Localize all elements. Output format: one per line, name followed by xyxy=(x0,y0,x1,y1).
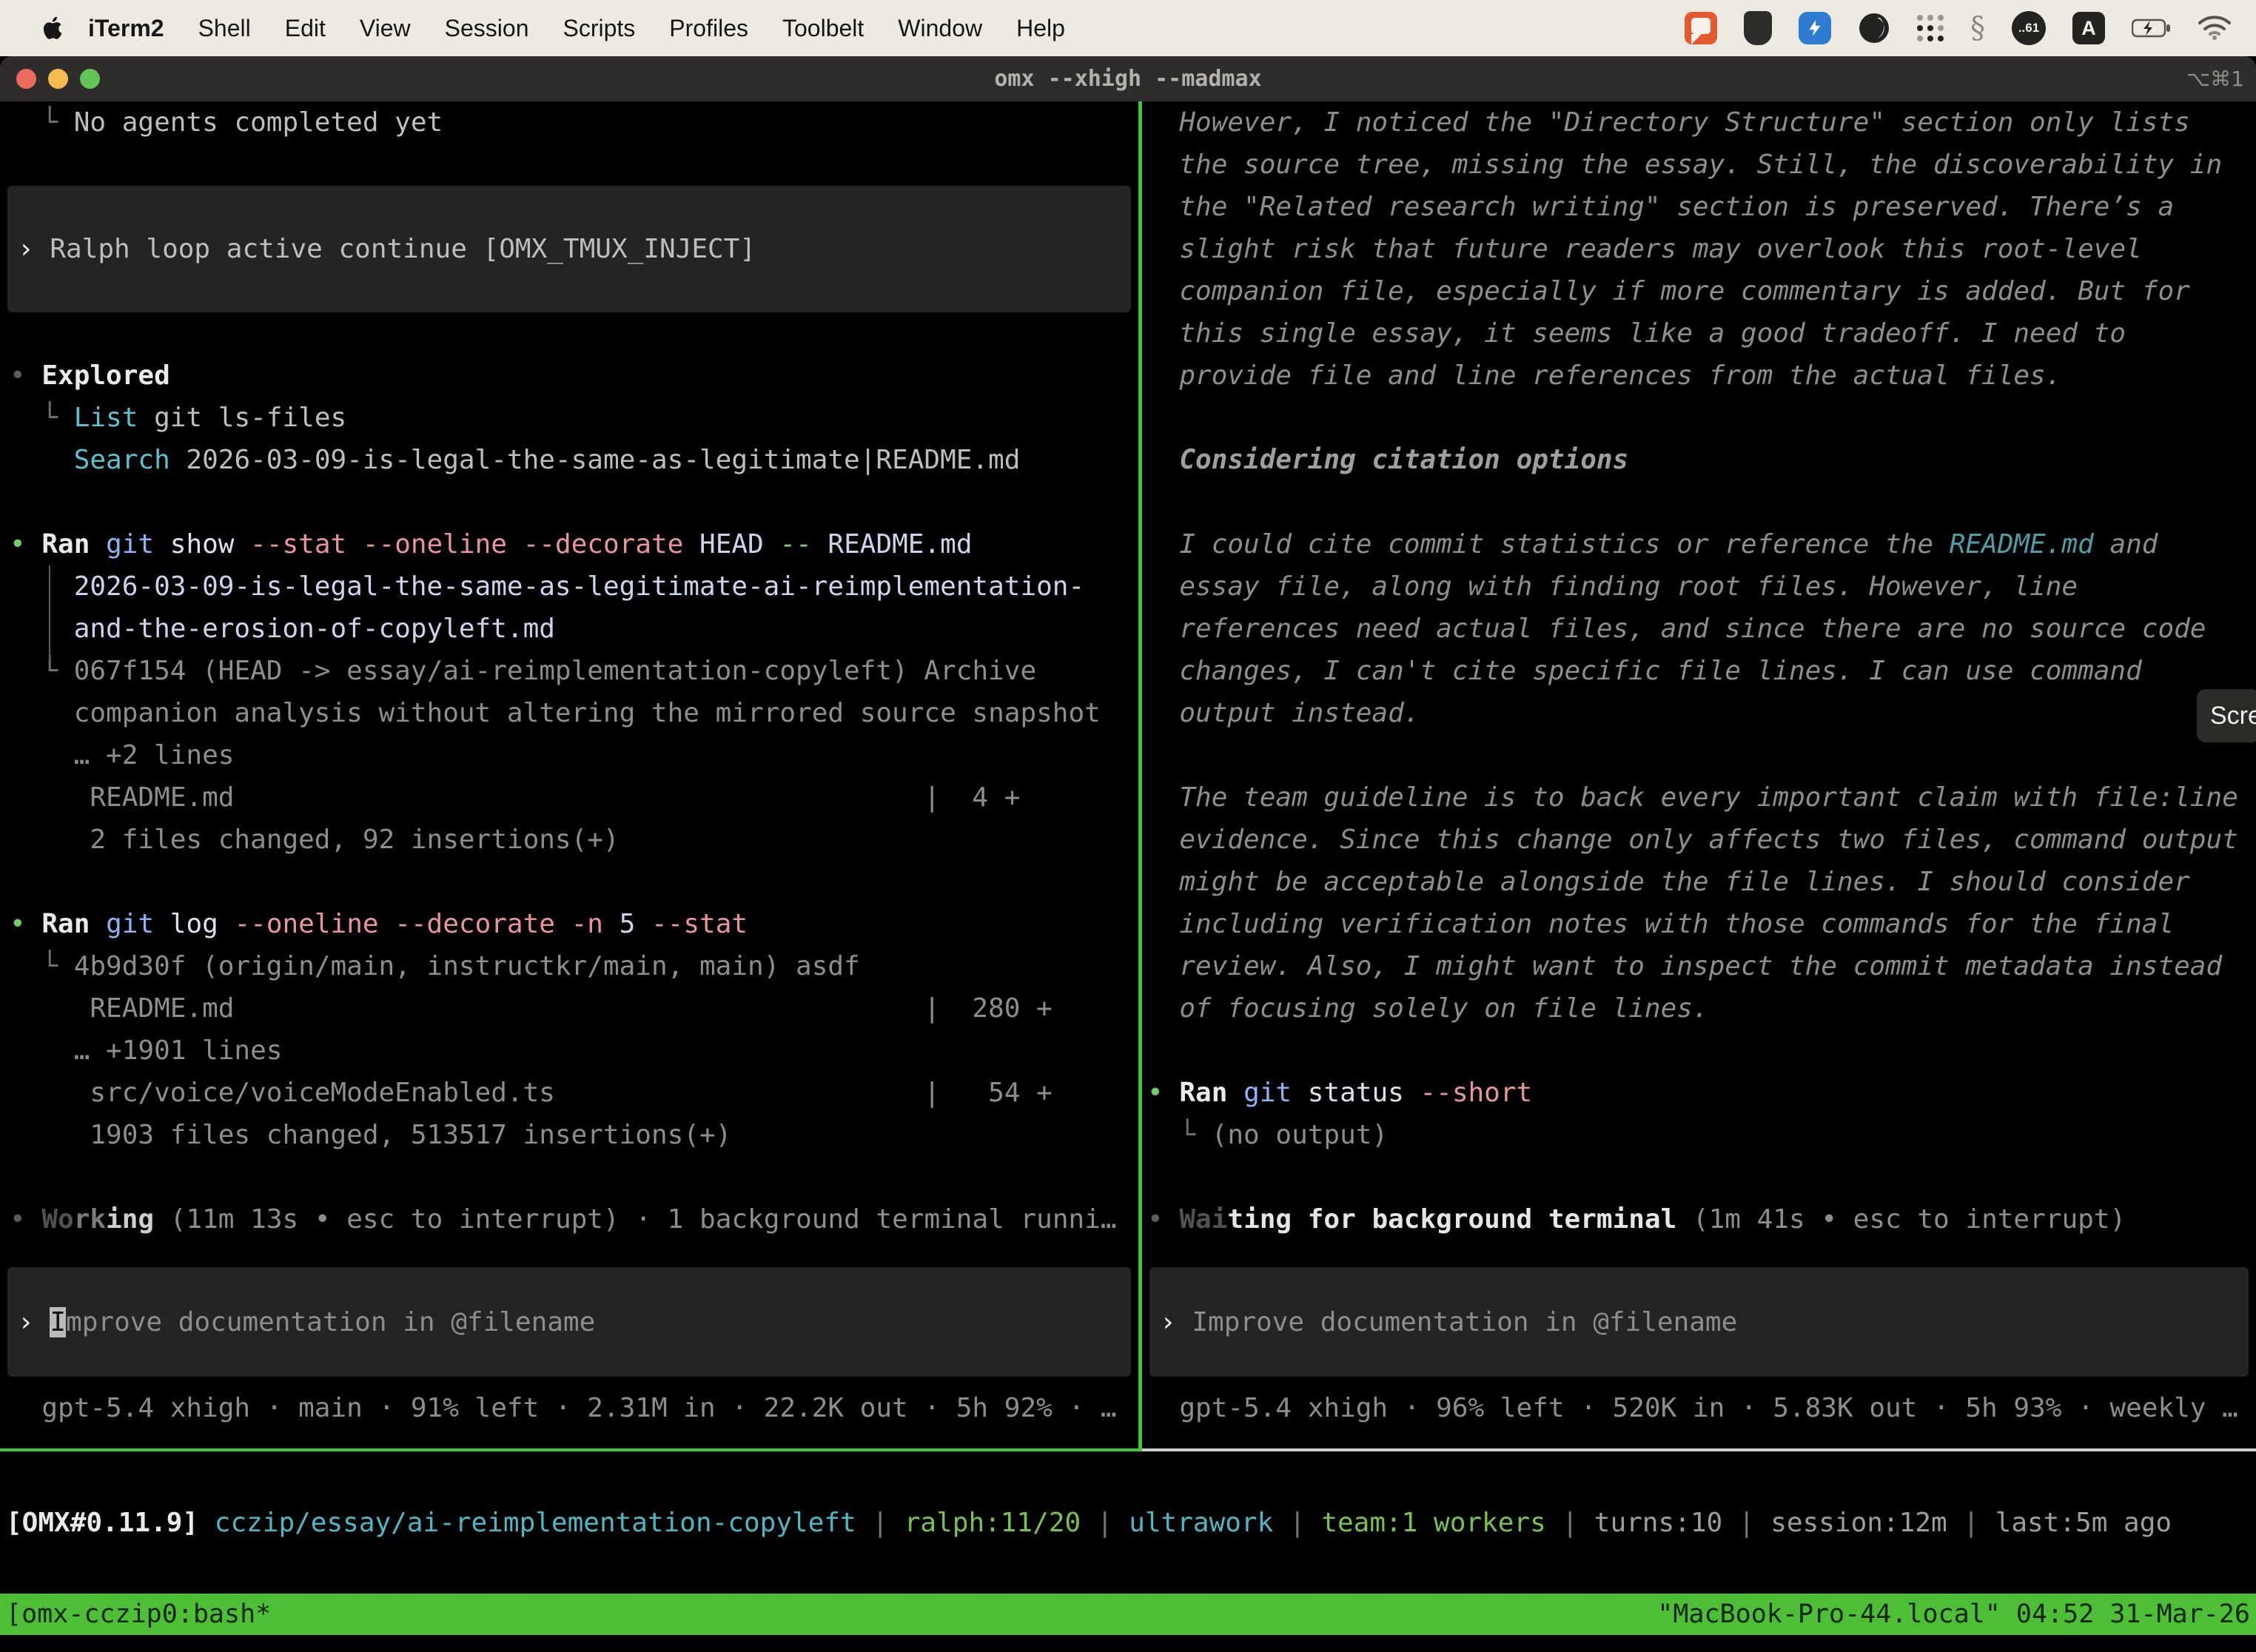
thinking-section-header: Considering citation options xyxy=(1142,439,2256,481)
counter-badge-icon[interactable]: ..61 xyxy=(2012,11,2046,45)
tmux-host-clock: "MacBook-Pro-44.local" 04:52 31-Mar-26 xyxy=(1657,1599,2256,1629)
thinking-text-line: I could cite commit statistics or refere… xyxy=(1142,523,2256,565)
thinking-text-line: slight risk that future readers may over… xyxy=(1142,228,2256,270)
menu-item-toolbelt[interactable]: Toolbelt xyxy=(765,15,881,42)
omx-status-line: [OMX#0.11.9] cczip/essay/ai-reimplementa… xyxy=(0,1451,2256,1594)
terminal-line: Search 2026-03-09-is-legal-the-same-as-l… xyxy=(0,439,1138,481)
thinking-text-line: the source tree, missing the essay. Stil… xyxy=(1142,144,2256,186)
waiting-status-line: • Waiting for background terminal (1m 41… xyxy=(1142,1198,2256,1240)
thinking-text-line: including verification notes with those … xyxy=(1142,903,2256,945)
thinking-text-line: references need actual files, and since … xyxy=(1142,608,2256,650)
agent-pane-right: However, I noticed the "Directory Struct… xyxy=(1142,101,2256,1449)
menu-item-scripts[interactable]: Scripts xyxy=(545,15,652,42)
thinking-text-line: evidence. Since this change only affects… xyxy=(1142,819,2256,861)
window-title: omx --xhigh --madmax xyxy=(994,66,1261,92)
squiggle-icon[interactable]: § xyxy=(1970,11,1985,45)
close-window-button[interactable] xyxy=(16,69,36,89)
tmux-status-bar: [omx-cczip0:bash* "MacBook-Pro-44.local"… xyxy=(0,1594,2256,1635)
ran-command-line: • Ran git log --oneline --decorate -n 5 … xyxy=(0,903,1138,945)
thinking-text-line: this single essay, it seems like a good … xyxy=(1142,312,2256,355)
tmux-pane-divider[interactable] xyxy=(1138,101,1142,1451)
prompt-input-left-text: › Improve documentation in @filename xyxy=(7,1301,595,1343)
terminal-line: and-the-erosion-of-copyleft.md xyxy=(0,608,1138,650)
terminal-line: src/voice/voiceModeEnabled.ts | 54 + xyxy=(0,1072,1138,1114)
ralph-loop-text: › Ralph loop active continue [OMX_TMUX_I… xyxy=(7,228,756,270)
ralph-loop-banner: › Ralph loop active continue [OMX_TMUX_I… xyxy=(7,186,1131,312)
menu-item-edit[interactable]: Edit xyxy=(268,15,343,42)
tmux-window-label[interactable]: [omx-cczip0:bash* xyxy=(0,1599,271,1629)
model-status-line-left: gpt-5.4 xhigh · main · 91% left · 2.31M … xyxy=(0,1387,1138,1429)
prompt-input-right-text: › Improve documentation in @filename xyxy=(1149,1301,1737,1343)
explored-header: • Explored xyxy=(0,355,1138,397)
terminal-line: … +2 lines xyxy=(0,734,1138,776)
agent-pane-left: └ No agents completed yet › Ralph loop a… xyxy=(0,101,1138,1449)
menu-bar: iTerm2 Shell Edit View Session Scripts P… xyxy=(0,0,2256,56)
chat-app-icon[interactable] xyxy=(1685,12,1717,44)
ran-command-line: • Ran git show --stat --oneline --decora… xyxy=(0,523,1138,565)
screen-share-overlay-chip[interactable]: Scre xyxy=(2197,689,2256,742)
terminal-line: └ (no output) xyxy=(1142,1114,2256,1156)
terminal-line: README.md | 4 + xyxy=(0,776,1138,819)
thinking-text-line: might be acceptable alongside the file l… xyxy=(1142,861,2256,903)
terminal-line: └ 4b9d30f (origin/main, instructkr/main,… xyxy=(0,945,1138,987)
battery-icon[interactable] xyxy=(2132,18,2172,38)
menu-item-help[interactable]: Help xyxy=(999,15,1082,42)
thinking-text-line: The team guideline is to back every impo… xyxy=(1142,776,2256,819)
thinking-text-line: changes, I can't cite specific file line… xyxy=(1142,650,2256,692)
screen-share-overlay-label: Scre xyxy=(2210,702,2256,731)
prompt-input-left[interactable]: › Improve documentation in @filename xyxy=(7,1267,1131,1377)
terminal-line: companion analysis without altering the … xyxy=(0,692,1138,734)
menu-item-view[interactable]: View xyxy=(343,15,428,42)
terminal-line: └ No agents completed yet xyxy=(0,101,1138,144)
dots-grid-icon[interactable] xyxy=(1917,15,1944,41)
thinking-text-line: essay file, along with finding root file… xyxy=(1142,565,2256,608)
minimize-window-button[interactable] xyxy=(48,69,68,89)
tree-guide-line xyxy=(49,565,50,660)
terminal-line: README.md | 280 + xyxy=(0,987,1138,1030)
menu-item-session[interactable]: Session xyxy=(428,15,546,42)
thinking-text-line: companion file, especially if more comme… xyxy=(1142,270,2256,312)
terminal-line: … +1901 lines xyxy=(0,1030,1138,1072)
shield-grid-icon[interactable] xyxy=(1744,11,1772,45)
thinking-text-line: the "Related research writing" section i… xyxy=(1142,186,2256,228)
terminal-line: └ 067f154 (HEAD -> essay/ai-reimplementa… xyxy=(0,650,1138,692)
thinking-text-line: of focusing solely on file lines. xyxy=(1142,987,2256,1030)
blue-bolt-icon[interactable] xyxy=(1799,12,1831,44)
window-title-bar: omx --xhigh --madmax ⌥⌘1 xyxy=(0,56,2256,101)
menu-bar-tray: § ..61 A xyxy=(1685,11,2256,45)
zoom-window-button[interactable] xyxy=(80,69,100,89)
keyboard-layout-icon[interactable]: A xyxy=(2072,12,2105,44)
menu-item-shell[interactable]: Shell xyxy=(181,15,268,42)
terminal-line: 1903 files changed, 513517 insertions(+) xyxy=(0,1114,1138,1156)
thinking-text-line: output instead. xyxy=(1142,692,2256,734)
ran-command-line: • Ran git status --short xyxy=(1142,1072,2256,1114)
thinking-text-line: provide file and line references from th… xyxy=(1142,355,2256,397)
menu-item-iterm2[interactable]: iTerm2 xyxy=(71,15,181,42)
working-status-line: • Working (11m 13s • esc to interrupt) ·… xyxy=(0,1198,1138,1240)
menu-item-window[interactable]: Window xyxy=(881,15,999,42)
crescent-icon[interactable] xyxy=(1858,12,1890,44)
terminal-line: 2 files changed, 92 insertions(+) xyxy=(0,819,1138,861)
terminal-line: 2026-03-09-is-legal-the-same-as-legitima… xyxy=(0,565,1138,608)
thinking-text-line: However, I noticed the "Directory Struct… xyxy=(1142,101,2256,144)
model-status-line-right: gpt-5.4 xhigh · 96% left · 520K in · 5.8… xyxy=(1142,1387,2256,1429)
apple-logo-icon[interactable] xyxy=(41,15,64,41)
terminal-line: └ List git ls-files xyxy=(0,397,1138,439)
prompt-input-right[interactable]: › Improve documentation in @filename xyxy=(1149,1267,2249,1377)
wifi-icon[interactable] xyxy=(2198,16,2231,41)
thinking-text-line: review. Also, I might want to inspect th… xyxy=(1142,945,2256,987)
window-shortcut-badge: ⌥⌘1 xyxy=(2186,67,2244,91)
menu-item-profiles[interactable]: Profiles xyxy=(652,15,765,42)
